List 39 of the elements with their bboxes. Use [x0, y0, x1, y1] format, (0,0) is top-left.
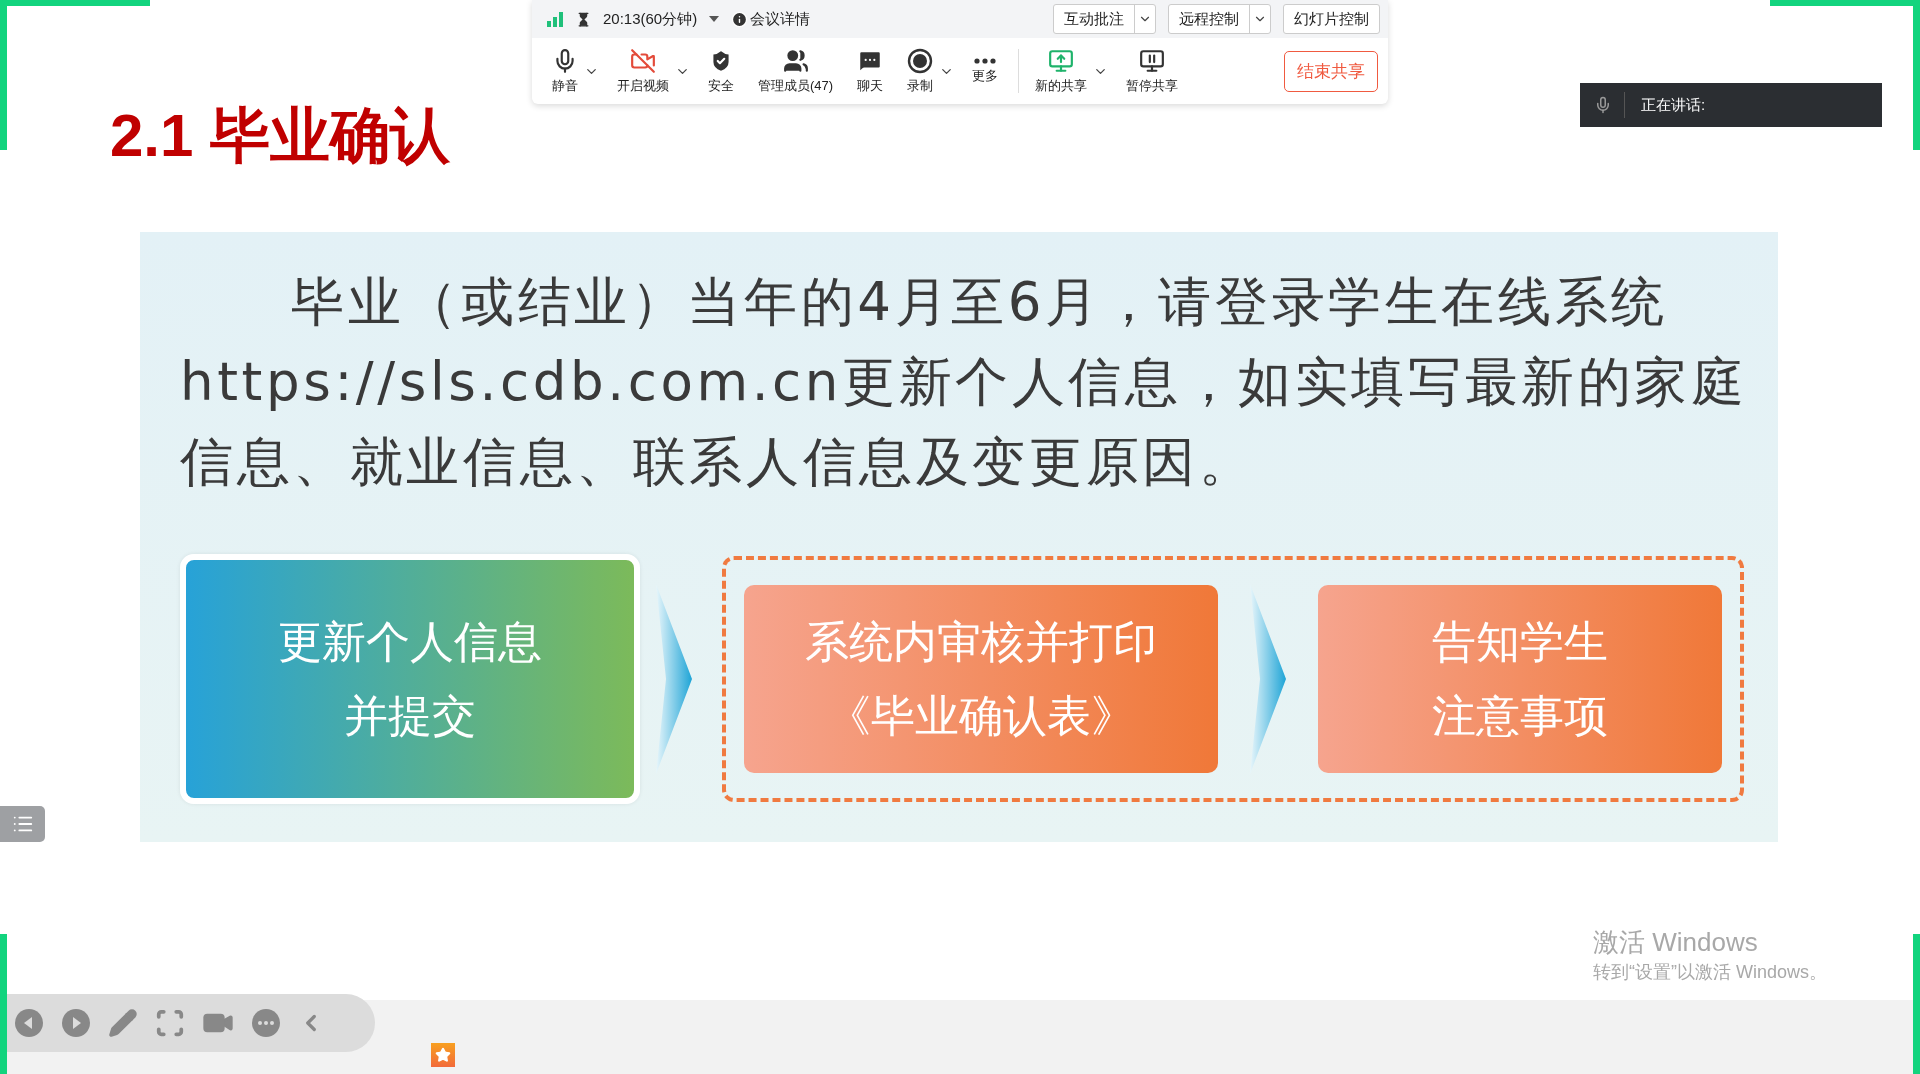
- pause-screen-icon: [1139, 47, 1166, 74]
- toolbar-tool[interactable]: 聊天: [851, 47, 890, 95]
- process-step: 告知学生 注意事项: [1318, 585, 1722, 773]
- info-icon: [731, 10, 749, 28]
- list-icon[interactable]: [0, 806, 45, 842]
- toolbar-tool[interactable]: 安全: [702, 47, 740, 95]
- slide-title: 2.1 毕业确认: [110, 101, 451, 171]
- toolbar-tool[interactable]: 静音: [546, 47, 584, 95]
- microphone-icon: [1594, 96, 1612, 114]
- more-icon: [974, 57, 997, 64]
- meeting-details-link[interactable]: 会议详情: [750, 9, 811, 29]
- activation-title: 激活 Windows: [1593, 926, 1759, 959]
- caret-icon: [709, 15, 720, 23]
- toolbar-tool[interactable]: 新的共享: [1029, 47, 1094, 95]
- share-screen-icon: [1048, 47, 1075, 74]
- process-step: 系统内审核并打印 《毕业确认表》: [744, 585, 1218, 773]
- people-icon: [782, 47, 809, 74]
- play-icon[interactable]: [61, 1008, 91, 1038]
- toolbar-tool[interactable]: 录制: [901, 47, 940, 95]
- pencil-icon[interactable]: [108, 1008, 138, 1038]
- signal-icon: [546, 11, 564, 27]
- more-icon[interactable]: [251, 1008, 281, 1038]
- speaker-label: 正在讲话:: [1624, 92, 1706, 118]
- video-off-icon: [630, 47, 656, 74]
- toolbar-button[interactable]: 幻灯片控制: [1283, 4, 1380, 34]
- toolbar-button[interactable]: 远程控制: [1168, 4, 1271, 34]
- process-step: 更新个人信息 并提交: [180, 554, 640, 804]
- hourglass-icon: [576, 11, 591, 27]
- toolbar-tool[interactable]: 暂停共享: [1120, 47, 1185, 95]
- toolbar-tool[interactable]: 管理成员(47): [752, 47, 840, 95]
- slide-paragraph: 毕业（或结业）当年的4月至6月，请登录学生在线系统https://sls.cdb.com.cn更新个人信息，如实填写最新的家庭信息、就业信息、联系人信息及变更原因。: [180, 270, 1749, 494]
- record-icon: [907, 47, 934, 74]
- meeting-timer[interactable]: 20:13(60分钟): [603, 9, 698, 29]
- toolbar-tool[interactable]: 更多: [966, 57, 1005, 85]
- focus-icon[interactable]: [155, 1008, 185, 1038]
- previous-icon[interactable]: [14, 1008, 44, 1038]
- toolbar-tool[interactable]: 开启视频: [611, 47, 675, 95]
- activation-subtitle: 转到“设置”以激活 Windows。: [1593, 961, 1827, 984]
- toolbar-button[interactable]: 互动批注: [1053, 4, 1156, 34]
